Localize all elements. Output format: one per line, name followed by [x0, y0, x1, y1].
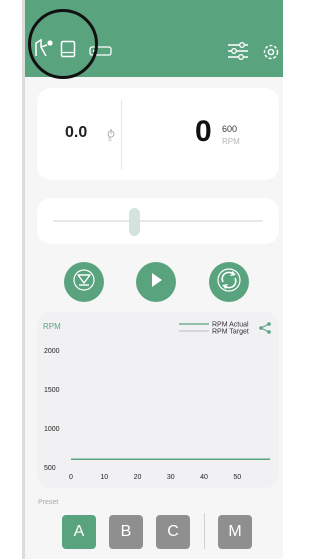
y-tick-label: 1000 — [44, 426, 60, 433]
rpm-chart-svg: RPM 500 1000 1500 2000 0 10 20 30 40 50 RPM ActualR… — [43, 322, 271, 481]
sync-button[interactable] — [209, 262, 249, 302]
speed-slider[interactable] — [37, 198, 279, 244]
x-tick-label: 10 — [100, 474, 108, 481]
stats-divider — [121, 100, 122, 170]
rpm-target-value: 600 — [222, 124, 238, 134]
preset-label: Preset — [38, 499, 59, 506]
sync-icon — [217, 267, 241, 297]
play-icon — [147, 271, 165, 294]
settings-button[interactable] — [260, 43, 282, 65]
y-tick-label: 500 — [44, 465, 56, 472]
rpm-unit: RPM — [222, 137, 240, 146]
lower-button[interactable] — [64, 262, 104, 302]
stats-card: 0.0 s 0 600 RPM — [37, 88, 279, 180]
slider-track[interactable] — [53, 220, 263, 222]
preset-divider — [204, 513, 205, 549]
rpm-chart: RPM 500 1000 1500 2000 0 10 20 30 40 50 RPM Actual R… — [37, 312, 279, 488]
play-button[interactable] — [136, 262, 176, 302]
legend-label: RPM Actual — [212, 322, 249, 329]
elapsed-time-value: 0.0 — [65, 124, 88, 141]
gear-icon — [261, 42, 281, 67]
down-icon — [73, 268, 95, 296]
share-icon[interactable] — [259, 322, 271, 334]
preset-button-label: B — [120, 523, 132, 540]
y-axis-label: RPM — [43, 322, 61, 331]
rpm-value: 0 — [195, 115, 212, 148]
filter-button[interactable] — [226, 41, 250, 66]
preset-button-a[interactable]: A — [62, 515, 96, 549]
sliders-icon — [227, 41, 249, 66]
elapsed-time-unit: s — [108, 136, 112, 143]
preset-button-m[interactable]: M — [218, 515, 252, 549]
x-tick-label: 0 — [69, 474, 73, 481]
preset-button-c[interactable]: C — [156, 515, 190, 549]
highlight-circle — [28, 9, 98, 79]
x-tick-label: 30 — [167, 474, 175, 481]
preset-button-label: A — [73, 523, 85, 540]
legend-label: RPM Target — [212, 329, 249, 336]
x-tick-label: 50 — [233, 474, 241, 481]
y-tick-label: 2000 — [44, 348, 60, 355]
slider-thumb[interactable] — [128, 208, 140, 236]
app-screen: 0.0 s 0 600 RPM RPM 500 1000 1500 2000 0… — [25, 0, 283, 559]
preset-button-label: M — [228, 523, 242, 540]
x-tick-label: 40 — [200, 474, 208, 481]
x-tick-label: 20 — [134, 474, 142, 481]
preset-button-b[interactable]: B — [109, 515, 143, 549]
y-tick-label: 1500 — [44, 387, 60, 394]
preset-button-label: C — [167, 523, 179, 540]
